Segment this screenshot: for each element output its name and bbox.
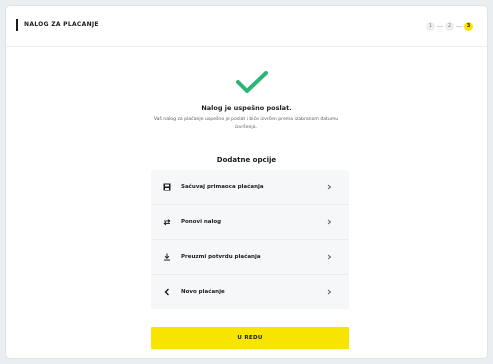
checkmark-icon (236, 71, 268, 93)
option-save-recipient[interactable]: Sačuvaj primaoca plaćanja (151, 170, 349, 205)
option-repeat-order[interactable]: Ponovi nalog (151, 205, 349, 240)
chevron-right-icon (327, 254, 332, 260)
option-download-confirmation[interactable]: Preuzmi potvrdu plaćanja (151, 240, 349, 275)
option-label: Sačuvaj primaoca plaćanja (181, 184, 264, 190)
options-list: Sačuvaj primaoca plaćanja Ponovi nalog P… (151, 170, 349, 309)
download-icon (163, 253, 171, 261)
step-connector (456, 25, 462, 27)
step-connector (437, 25, 443, 27)
step-1: 1 (426, 21, 435, 31)
save-icon (163, 183, 171, 191)
option-new-payment[interactable]: Novo plaćanje (151, 275, 349, 309)
header: NALOG ZA PLACANJE 1 2 3 (6, 6, 487, 47)
page-title: NALOG ZA PLACANJE (16, 19, 99, 31)
option-label: Ponovi nalog (181, 219, 222, 225)
repeat-icon (163, 218, 171, 226)
payment-order-panel: NALOG ZA PLACANJE 1 2 3 Nalog je uspešno… (6, 6, 487, 358)
chevron-left-icon (163, 288, 171, 296)
options-title: Dodatne opcije (216, 156, 277, 164)
chevron-right-icon (327, 219, 332, 225)
success-description: Vaš nalog za plaćanje uspešno je poslat … (153, 117, 339, 130)
step-2: 2 (445, 21, 454, 31)
option-label: Preuzmi potvrdu plaćanja (181, 254, 261, 260)
ok-button[interactable]: U REDU (151, 327, 349, 349)
chevron-right-icon (327, 184, 332, 190)
stepper: 1 2 3 (426, 20, 473, 32)
step-3-active: 3 (464, 21, 473, 31)
option-label: Novo plaćanje (181, 289, 225, 295)
chevron-right-icon (327, 289, 332, 295)
success-title: Nalog je uspešno poslat. (201, 104, 292, 112)
